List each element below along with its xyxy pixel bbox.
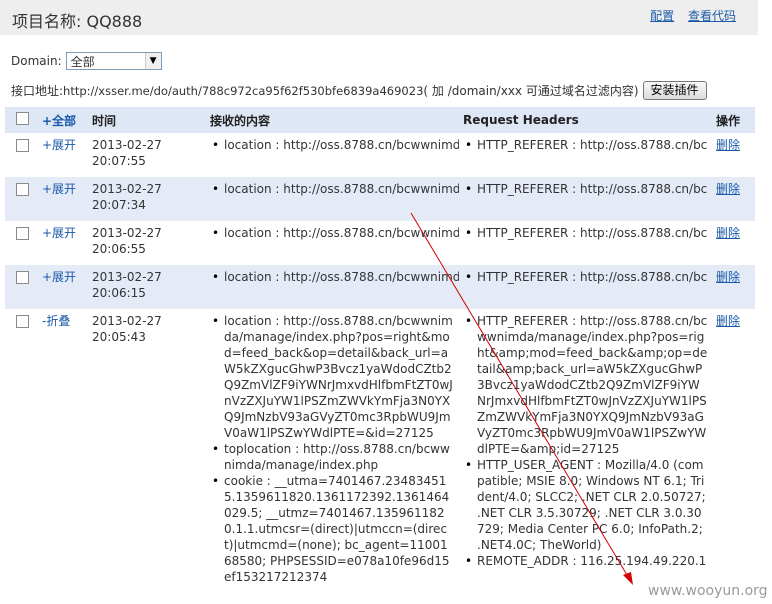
delete-link[interactable]: 删除 [716, 138, 740, 152]
column-time-header: 时间 [88, 107, 206, 133]
content-item: location : http://oss.8788.cn/bcwwnimda [212, 137, 459, 153]
column-content-header: 接收的内容 [206, 107, 459, 133]
content-item-location: location : http://oss.8788.cn/bcwwnimda/… [212, 313, 455, 441]
row-date: 2013-02-27 [92, 138, 162, 152]
delete-link[interactable]: 删除 [716, 314, 740, 328]
watermark: www.wooyun.org [648, 583, 768, 599]
top-links: 配置 查看代码 [640, 7, 736, 24]
row-date: 2013-02-27 [92, 182, 162, 196]
table-row: +展开 2013-02-27 20:06:15 location : http:/… [5, 265, 755, 309]
row-date: 2013-02-27 [92, 314, 162, 328]
domain-select-value: 全部 [70, 54, 95, 69]
api-url: http://xsser.me/do/auth/788c972ca95f62f5… [63, 83, 424, 98]
table-row: +展开 2013-02-27 20:06:55 location : http:/… [5, 221, 755, 265]
content-item-toplocation: toplocation : http://oss.8788.cn/bcwwnim… [212, 441, 455, 473]
header-item-referer: HTTP_REFERER : http://oss.8788.cn/bcwwni… [465, 313, 708, 457]
row-time: 20:05:43 [92, 330, 146, 344]
header-item: HTTP_REFERER : http://oss.8788.cn/bc [465, 181, 708, 197]
row-date: 2013-02-27 [92, 270, 162, 284]
content-item: location : http://oss.8788.cn/bcwwnimda [212, 225, 459, 241]
api-note: ( 加 /domain/xxx 可通过域名过滤内容) [423, 84, 639, 98]
row-date: 2013-02-27 [92, 226, 162, 240]
header-item-user-agent: HTTP_USER_AGENT : Mozilla/4.0 (compatibl… [465, 457, 708, 553]
row-time: 20:07:55 [92, 154, 146, 168]
expand-link[interactable]: +展开 [42, 270, 76, 284]
row-checkbox[interactable] [16, 271, 29, 284]
header-item: HTTP_REFERER : http://oss.8788.cn/bc [465, 137, 708, 153]
delete-link[interactable]: 删除 [716, 226, 740, 240]
domain-select[interactable]: 全部 ▼ [65, 52, 162, 70]
expand-link[interactable]: +展开 [42, 226, 76, 240]
config-link[interactable]: 配置 [650, 9, 674, 23]
delete-link[interactable]: 删除 [716, 182, 740, 196]
expand-link[interactable]: +展开 [42, 182, 76, 196]
api-label: 接口地址: [11, 84, 64, 98]
chevron-down-icon[interactable]: ▼ [144, 53, 161, 69]
expand-all-link[interactable]: +全部 [42, 114, 76, 128]
page-title: 项目名称: QQ888 [12, 12, 143, 31]
row-checkbox[interactable] [16, 139, 29, 152]
delete-link[interactable]: 删除 [716, 270, 740, 284]
records-table: +全部 时间 接收的内容 Request Headers 操作 +展开 2013… [5, 107, 755, 585]
content-item: location : http://oss.8788.cn/bcwwnimda [212, 181, 459, 197]
select-all-checkbox[interactable] [16, 112, 29, 125]
row-checkbox[interactable] [16, 183, 29, 196]
install-plugin-button[interactable]: 安装插件 [642, 81, 707, 100]
column-actions-header: 操作 [712, 107, 755, 133]
collapse-link[interactable]: -折叠 [42, 314, 70, 328]
top-bar: 项目名称: QQ888 配置 查看代码 [0, 0, 758, 35]
table-row-expanded: -折叠 2013-02-27 20:05:43 location : http:/… [5, 309, 755, 585]
content-item-cookie: cookie : __utma=7401467.234834515.135961… [212, 473, 455, 585]
table-header-row: +全部 时间 接收的内容 Request Headers 操作 [5, 107, 755, 133]
api-address-row: 接口地址: http://xsser.me/do/auth/788c972ca9… [11, 81, 707, 100]
content-item: location : http://oss.8788.cn/bcwwnimda [212, 269, 459, 285]
header-item: HTTP_REFERER : http://oss.8788.cn/bc [465, 269, 708, 285]
row-time: 20:07:34 [92, 198, 146, 212]
row-checkbox[interactable] [16, 315, 29, 328]
table-row: +展开 2013-02-27 20:07:55 location : http:/… [5, 133, 755, 177]
domain-filter: Domain: 全部 ▼ [11, 52, 162, 70]
column-headers-header: Request Headers [459, 107, 712, 133]
domain-label: Domain: [11, 54, 62, 68]
row-time: 20:06:15 [92, 286, 146, 300]
header-item: HTTP_REFERER : http://oss.8788.cn/bc [465, 225, 708, 241]
expand-link[interactable]: +展开 [42, 138, 76, 152]
view-code-link[interactable]: 查看代码 [688, 9, 736, 23]
header-item-remote-addr: REMOTE_ADDR : 116.25.194.49.220.1 [465, 553, 708, 569]
table-row: +展开 2013-02-27 20:07:34 location : http:/… [5, 177, 755, 221]
row-time: 20:06:55 [92, 242, 146, 256]
row-checkbox[interactable] [16, 227, 29, 240]
